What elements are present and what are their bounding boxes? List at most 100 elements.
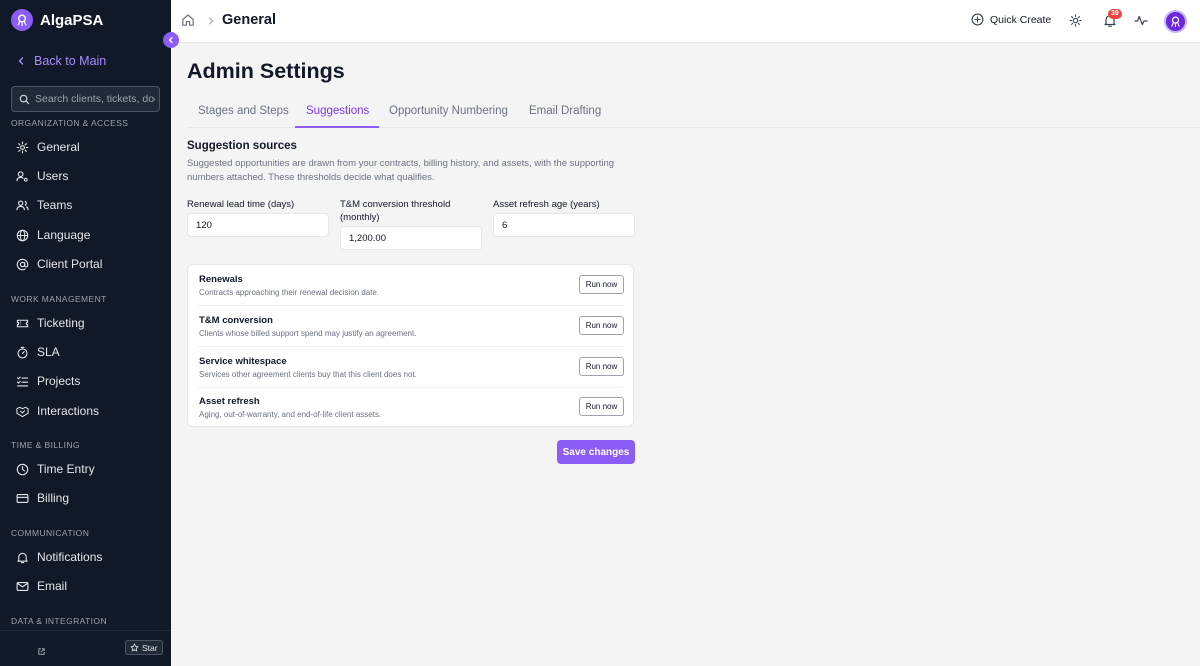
asset-refresh-age-input[interactable]	[493, 213, 635, 237]
user-avatar[interactable]	[1164, 10, 1187, 33]
activity-icon[interactable]	[1134, 14, 1148, 32]
suggestion-sources-card: Renewals Contracts approaching their ren…	[187, 264, 634, 427]
avatar-logo-icon	[1171, 16, 1180, 28]
section-description: Suggested opportunities are drawn from y…	[187, 158, 615, 183]
sidebar-item-billing[interactable]: Billing	[16, 489, 69, 507]
search-icon	[19, 94, 30, 104]
run-now-button[interactable]: Run now	[579, 316, 624, 335]
run-now-button[interactable]: Run now	[579, 275, 624, 294]
section-heading-communication: COMMUNICATION	[11, 528, 90, 538]
users-icon	[16, 199, 29, 210]
external-link-icon[interactable]	[37, 643, 46, 661]
sidebar-item-sla[interactable]: SLA	[16, 343, 60, 361]
sun-icon[interactable]	[1069, 14, 1082, 32]
sidebar-item-notifications[interactable]: Notifications	[16, 548, 102, 566]
sidebar-item-label: Notifications	[37, 550, 103, 564]
gear-icon	[16, 141, 29, 153]
save-changes-button[interactable]: Save changes	[557, 440, 635, 464]
sidebar-collapse-button[interactable]	[163, 32, 179, 48]
sidebar-item-label: Ticketing	[37, 316, 85, 330]
sidebar-item-client-portal[interactable]: Client Portal	[16, 255, 102, 273]
sidebar-item-interactions[interactable]: Interactions	[16, 402, 99, 420]
quick-create-button[interactable]: Quick Create	[971, 13, 1051, 26]
sidebar-item-label: Projects	[37, 374, 81, 388]
user-key-icon	[16, 170, 28, 182]
sidebar-item-label: Users	[37, 169, 69, 183]
source-title: T&M conversion	[199, 315, 273, 326]
renewal-lead-time-label: Renewal lead time (days)	[187, 199, 295, 210]
active-tab-indicator	[295, 126, 379, 128]
bell-icon	[17, 552, 28, 563]
source-description: Aging, out-of-warranty, and end-of-life …	[199, 410, 382, 419]
sidebar-item-label: Teams	[37, 198, 73, 212]
sidebar-item-general[interactable]: General	[16, 138, 80, 156]
chevron-left-icon	[168, 36, 173, 44]
breadcrumb-title: General	[222, 12, 276, 28]
star-icon	[130, 643, 139, 652]
section-heading-organization: ORGANIZATION & ACCESS	[11, 118, 129, 128]
tm-conversion-threshold-input[interactable]	[340, 226, 482, 250]
chevron-left-icon	[18, 57, 24, 65]
brand[interactable]: AlgaPSA	[11, 9, 103, 31]
sidebar-item-language[interactable]: Language	[16, 226, 90, 244]
quick-create-label: Quick Create	[990, 13, 1052, 26]
sidebar-item-label: Language	[37, 228, 91, 242]
sidebar-item-label: SLA	[37, 345, 60, 359]
list-checks-icon	[16, 376, 29, 387]
brand-name: AlgaPSA	[40, 11, 104, 29]
clock-icon	[16, 463, 29, 475]
sidebar: AlgaPSA Back to Main ORGANIZATION & ACCE…	[0, 0, 171, 666]
asset-refresh-age-label: Asset refresh age (years)	[493, 199, 600, 210]
ticket-icon	[16, 319, 29, 327]
sidebar-item-label: Email	[37, 579, 68, 593]
tm-conversion-threshold-label: T&M conversion threshold (monthly)	[340, 199, 451, 223]
algapsa-logo-icon	[11, 9, 33, 31]
credit-card-icon	[16, 493, 29, 503]
sidebar-item-label: General	[37, 140, 80, 154]
sidebar-item-label: Interactions	[37, 404, 100, 418]
notification-count-badge: 39	[1108, 9, 1122, 19]
tab-email-drafting[interactable]: Email Drafting	[529, 105, 601, 117]
plus-circle-icon	[971, 13, 984, 26]
section-heading-work-management: WORK MANAGEMENT	[11, 294, 107, 304]
tab-suggestions[interactable]: Suggestions	[306, 105, 369, 117]
tab-stages-and-steps[interactable]: Stages and Steps	[198, 105, 289, 117]
sidebar-search-input[interactable]	[35, 93, 155, 105]
settings-tabs: Stages and Steps Suggestions Opportunity…	[187, 99, 1200, 128]
sidebar-item-ticketing[interactable]: Ticketing	[16, 314, 85, 332]
globe-icon	[16, 229, 29, 241]
renewal-lead-time-input[interactable]	[187, 213, 329, 237]
source-description: Contracts approaching their renewal deci…	[199, 288, 380, 297]
mail-icon	[16, 581, 29, 591]
sidebar-item-label: Billing	[37, 491, 70, 505]
source-row-tm-conversion: T&M conversion Clients whose billed supp…	[188, 306, 633, 346]
sidebar-item-users[interactable]: Users	[16, 167, 68, 185]
run-now-button[interactable]: Run now	[579, 357, 624, 376]
sidebar-item-label: Client Portal	[37, 257, 103, 271]
star-button[interactable]: Star	[125, 640, 163, 655]
sidebar-item-teams[interactable]: Teams	[16, 196, 72, 214]
sidebar-search[interactable]	[11, 86, 160, 112]
source-row-service-whitespace: Service whitespace Services other agreem…	[188, 347, 633, 387]
tab-opportunity-numbering[interactable]: Opportunity Numbering	[389, 105, 508, 117]
source-title: Asset refresh	[199, 396, 260, 407]
star-label: Star	[142, 642, 158, 653]
source-title: Service whitespace	[199, 356, 287, 367]
source-description: Services other agreement clients buy tha…	[199, 370, 417, 379]
section-heading-data-integration: DATA & INTEGRATION	[11, 616, 107, 626]
top-bar: General Quick Create 39	[171, 0, 1200, 43]
chevron-right-icon	[207, 14, 215, 32]
timer-icon	[17, 346, 28, 358]
sidebar-footer: Star	[0, 630, 171, 666]
source-title: Renewals	[199, 274, 243, 285]
section-heading-time-billing: TIME & BILLING	[11, 440, 80, 450]
sidebar-item-label: Time Entry	[37, 462, 95, 476]
run-now-button[interactable]: Run now	[579, 397, 624, 416]
sidebar-item-projects[interactable]: Projects	[16, 372, 80, 390]
sidebar-item-time-entry[interactable]: Time Entry	[16, 460, 95, 478]
home-icon[interactable]	[181, 13, 195, 32]
source-row-renewals: Renewals Contracts approaching their ren…	[188, 265, 633, 305]
source-row-asset-refresh: Asset refresh Aging, out-of-warranty, an…	[188, 387, 633, 427]
back-to-main-link[interactable]: Back to Main	[16, 54, 106, 68]
sidebar-item-email[interactable]: Email	[16, 577, 67, 595]
